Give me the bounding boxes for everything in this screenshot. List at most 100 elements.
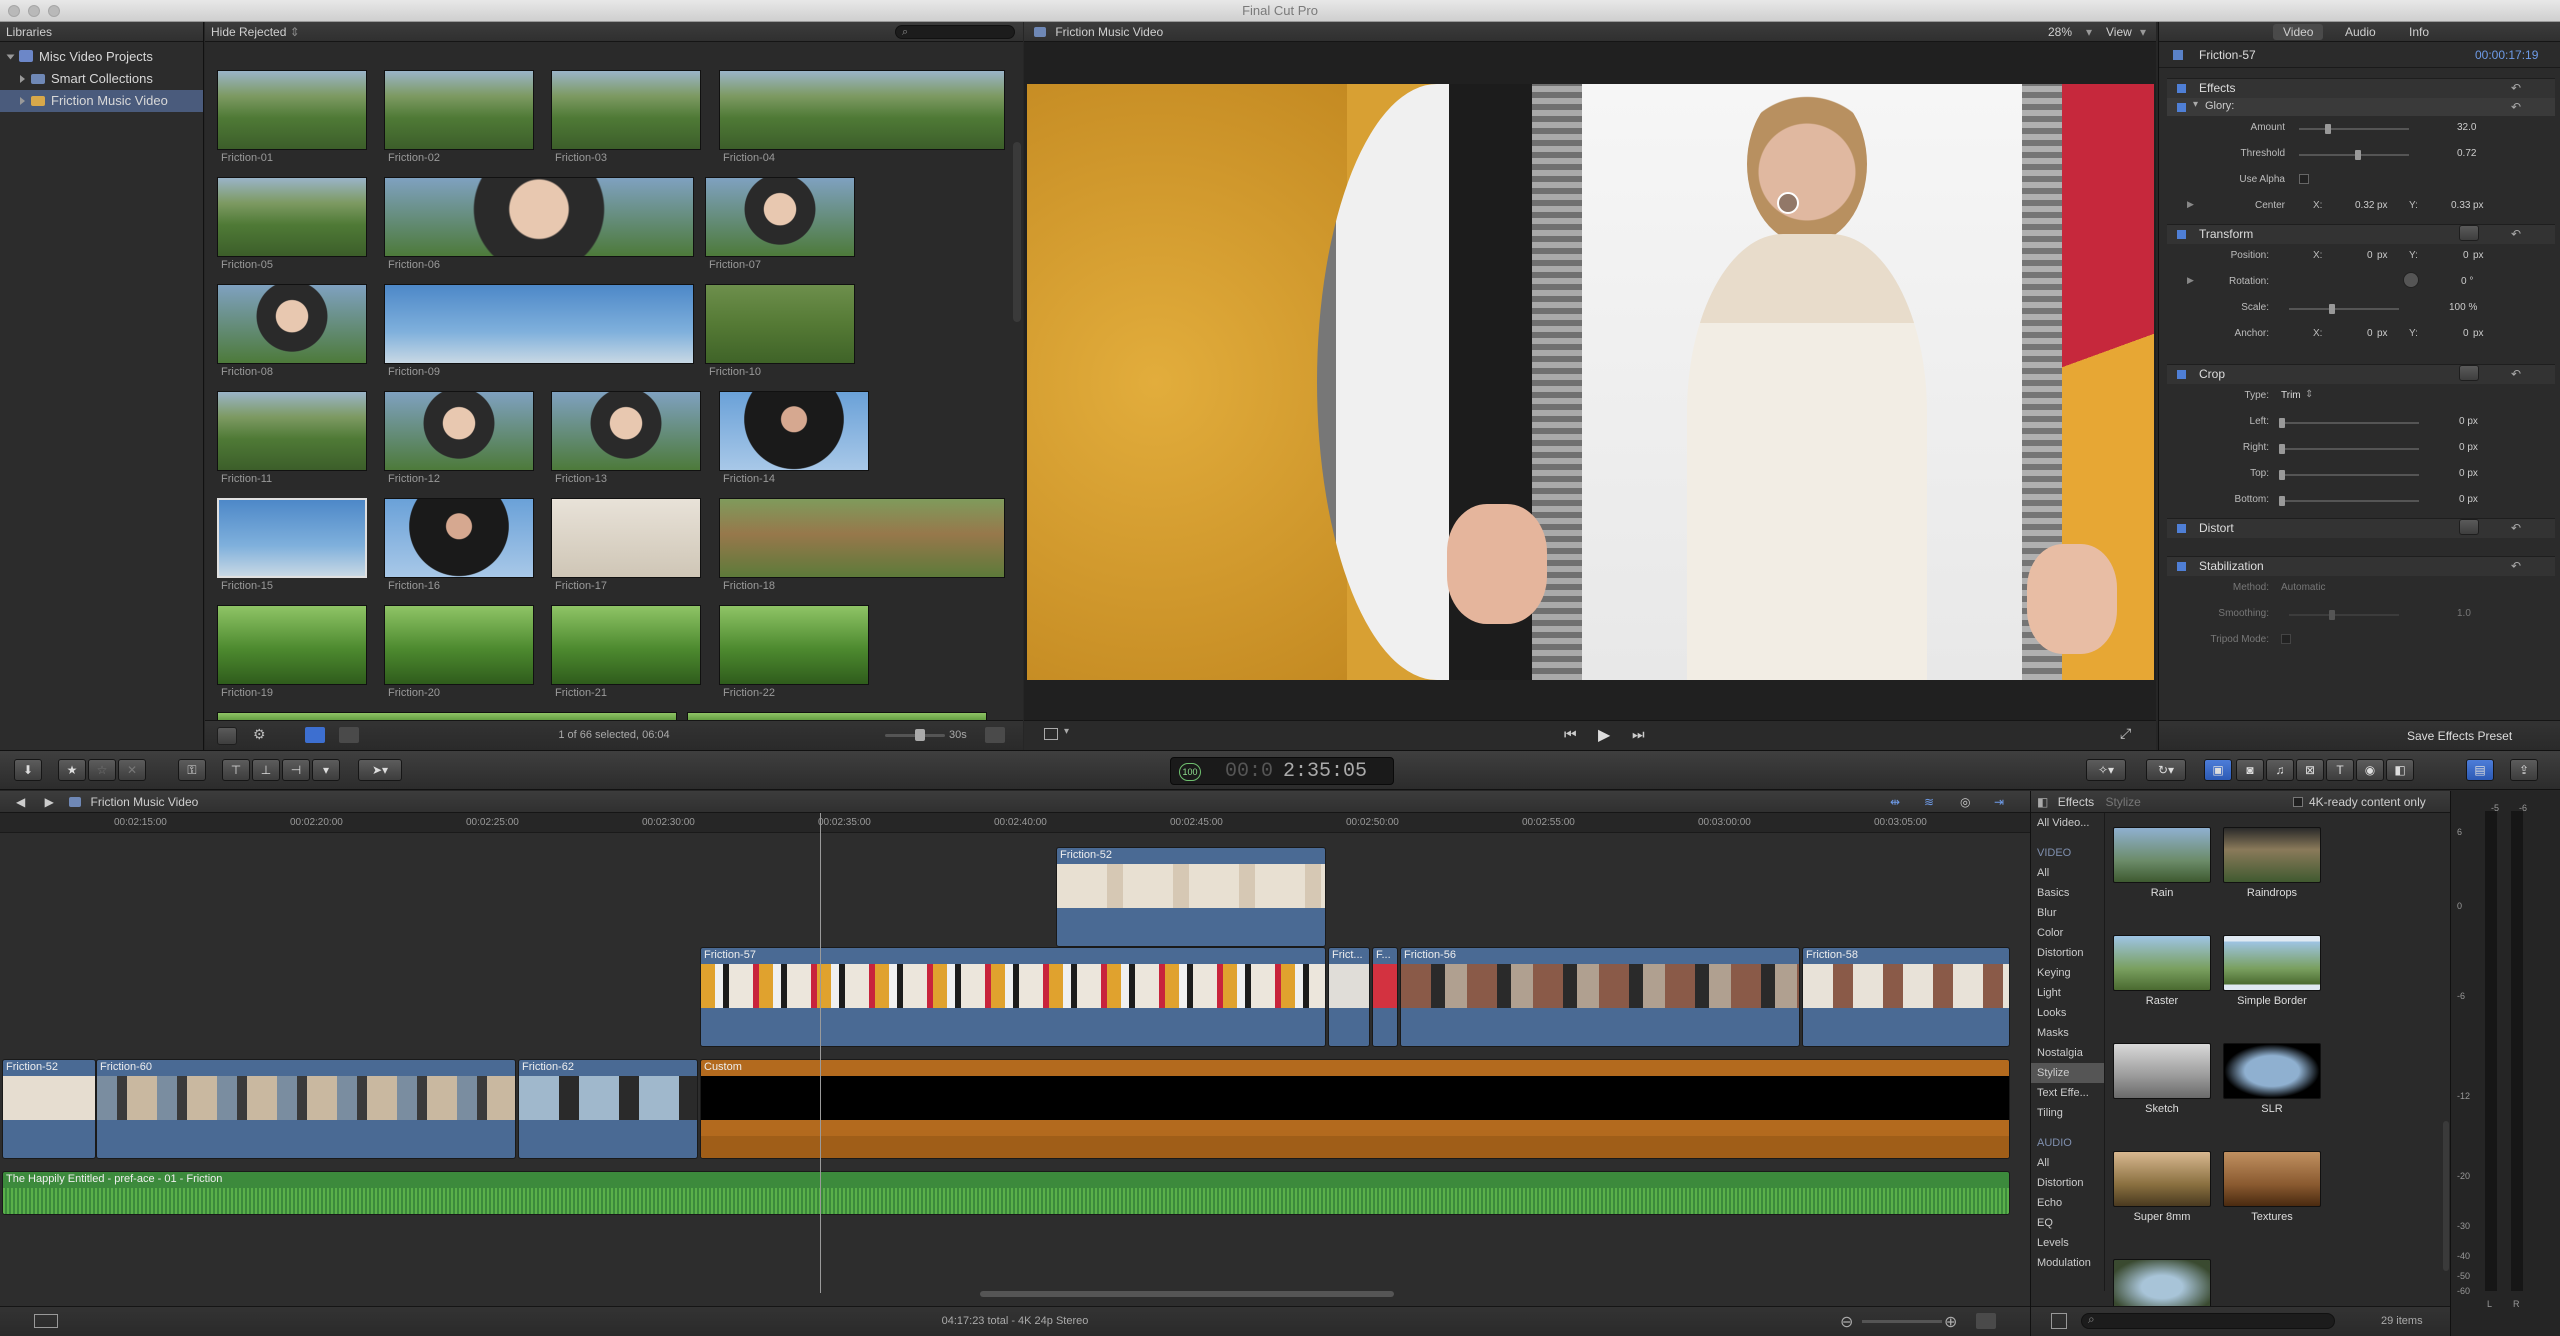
timeline-clip-custom[interactable]: Custom <box>700 1059 2010 1159</box>
category-video-looks[interactable]: Looks <box>2031 1003 2104 1023</box>
sidebar-item-misc-video-projects[interactable]: Misc Video Projects <box>0 46 203 68</box>
back-icon[interactable]: ◀ <box>16 795 25 809</box>
category-audio-levels[interactable]: Levels <box>2031 1233 2104 1253</box>
parameter-slider[interactable] <box>2279 500 2419 502</box>
next-edit-icon[interactable]: ⏭ <box>1632 726 1645 743</box>
parameter-slider-knob[interactable] <box>2355 150 2361 160</box>
sidebar-item-smart-collections[interactable]: Smart Collections <box>0 68 203 90</box>
sidebar-toggle-icon[interactable]: ◧ <box>2037 795 2048 809</box>
effect-thumbnail[interactable] <box>2113 827 2211 883</box>
category-video-tiling[interactable]: Tiling <box>2031 1103 2104 1123</box>
section-enable-checkbox[interactable] <box>2177 230 2186 239</box>
search-input[interactable]: ⌕ <box>895 25 1015 39</box>
inspector-toggle-icon[interactable]: ▣ <box>2204 759 2232 781</box>
transform-tools-icon[interactable] <box>1044 728 1058 740</box>
reset-icon[interactable]: ↶ <box>2511 227 2521 241</box>
skimming-icon[interactable]: ⇹ <box>1890 791 1900 813</box>
category-audio-modulation[interactable]: Modulation <box>2031 1253 2104 1273</box>
effect-thumbnail[interactable] <box>2113 935 2211 991</box>
clip-thumbnail[interactable] <box>384 605 534 685</box>
clip-thumbnail[interactable] <box>217 498 367 578</box>
timeline-clip-friction-57[interactable]: Friction-57 <box>700 947 1326 1047</box>
timeline-clip-friction-52-connected[interactable]: Friction-52 <box>1056 847 1326 947</box>
clip-thumbnail[interactable] <box>719 391 869 471</box>
clip-thumbnail[interactable] <box>217 284 367 364</box>
parameter-slider[interactable] <box>2299 154 2409 156</box>
section-enable-checkbox[interactable] <box>2177 562 2186 571</box>
zoom-in-icon[interactable]: ⊕ <box>1944 1312 1957 1332</box>
clip-thumbnail[interactable] <box>384 284 694 364</box>
category-video-light[interactable]: Light <box>2031 983 2104 1003</box>
disclosure-triangle-icon[interactable] <box>20 75 25 83</box>
section-menu-icon[interactable] <box>2459 365 2479 381</box>
themes-icon[interactable]: ◧ <box>2386 759 2414 781</box>
category-video-nostalgia[interactable]: Nostalgia <box>2031 1043 2104 1063</box>
disclosure-triangle-icon[interactable] <box>20 97 25 105</box>
parameter-slider[interactable] <box>2289 308 2399 310</box>
timeline-clip-frict[interactable]: Frict... <box>1328 947 1370 1047</box>
disclosure-triangle-icon[interactable]: ▾ <box>2193 99 2198 110</box>
clip-thumbnail[interactable] <box>719 605 869 685</box>
clip-thumbnail[interactable] <box>551 605 701 685</box>
keyword-icon[interactable]: ⚿ <box>178 759 206 781</box>
disclosure-triangle-icon[interactable]: ▶ <box>2187 275 2194 286</box>
save-effects-preset-button[interactable]: Save Effects Preset <box>2407 729 2512 743</box>
music-icon[interactable]: ♫ <box>2266 759 2294 781</box>
effect-thumbnail[interactable] <box>2113 1151 2211 1207</box>
effect-thumbnail[interactable] <box>2223 1151 2321 1207</box>
audio-skimming-icon[interactable]: ≋ <box>1924 791 1934 813</box>
fullscreen-icon[interactable]: ⤢ <box>2120 725 2131 742</box>
effects-scrollbar[interactable] <box>2443 1121 2449 1271</box>
clip-thumbnail[interactable] <box>217 177 367 257</box>
parameter-slider-knob[interactable] <box>2279 444 2285 454</box>
background-tasks-indicator[interactable]: 100 <box>1179 763 1201 781</box>
edit-mode-menu-icon[interactable]: ▾ <box>312 759 340 781</box>
parameter-slider[interactable] <box>2279 448 2419 450</box>
category-video-distortion[interactable]: Distortion <box>2031 943 2104 963</box>
tab-audio[interactable]: Audio <box>2345 22 2376 42</box>
use-alpha-checkbox[interactable] <box>2299 174 2309 184</box>
parameter-slider-knob[interactable] <box>2279 496 2285 506</box>
zoom-window-button[interactable] <box>48 5 60 17</box>
insert-clip-icon[interactable]: ⊥ <box>252 759 280 781</box>
clip-thumbnail[interactable] <box>217 605 367 685</box>
timeline-ruler[interactable]: 00:02:15:00 00:02:20:00 00:02:25:00 00:02:3… <box>0 813 2030 833</box>
parameter-slider[interactable] <box>2279 422 2419 424</box>
collapse-sidebar-icon[interactable] <box>2051 1313 2067 1329</box>
timeline-clip-friction-58[interactable]: Friction-58 <box>1802 947 2010 1047</box>
parameter-slider-knob[interactable] <box>2325 124 2331 134</box>
timeline-clip-friction-52[interactable]: Friction-52 <box>2 1059 96 1159</box>
clip-thumbnail[interactable] <box>705 284 855 364</box>
category-video-stylize[interactable]: Stylize <box>2031 1063 2104 1083</box>
share-icon[interactable]: ⇪ <box>2510 759 2538 781</box>
reset-icon[interactable]: ↶ <box>2511 559 2521 573</box>
dashboard-timecode[interactable]: 100 00:0 2:35:05 <box>1170 757 1394 785</box>
forward-icon[interactable]: ▶ <box>45 795 54 809</box>
clip-thumbnail[interactable] <box>384 391 534 471</box>
section-menu-icon[interactable] <box>2459 519 2479 535</box>
category-all-video[interactable]: All Video... <box>2031 813 2104 833</box>
filter-popup[interactable]: Hide Rejected <box>211 25 286 39</box>
timeline-clip-friction-62[interactable]: Friction-62 <box>518 1059 698 1159</box>
clip-appearance-icon[interactable] <box>985 727 1005 743</box>
disclosure-triangle-icon[interactable] <box>6 54 15 60</box>
effect-thumbnail[interactable] <box>2223 827 2321 883</box>
timeline-tracks[interactable]: Friction-52 Friction-57 Frict... F... Fr… <box>0 813 2018 1306</box>
parameter-slider-knob[interactable] <box>2329 610 2335 620</box>
timeline-clip-friction-56[interactable]: Friction-56 <box>1400 947 1800 1047</box>
view-menu[interactable]: View <box>2106 22 2132 42</box>
category-video-keying[interactable]: Keying <box>2031 963 2104 983</box>
solo-icon[interactable]: ◎ <box>1960 791 1970 813</box>
photos-icon[interactable]: ◙ <box>2236 759 2264 781</box>
select-tool-icon[interactable]: ➤▾ <box>358 759 402 781</box>
clip-thumbnail[interactable] <box>551 391 701 471</box>
effects-search-input[interactable]: ⌕ <box>2081 1312 2335 1329</box>
category-audio-echo[interactable]: Echo <box>2031 1193 2104 1213</box>
clip-thumbnail[interactable] <box>551 498 701 578</box>
section-enable-checkbox[interactable] <box>2177 370 2186 379</box>
timeline-clip-f[interactable]: F... <box>1372 947 1398 1047</box>
category-audio-eq[interactable]: EQ <box>2031 1213 2104 1233</box>
section-enable-checkbox[interactable] <box>2177 84 2186 93</box>
4k-filter-checkbox[interactable] <box>2293 797 2303 807</box>
category-video-all[interactable]: All <box>2031 863 2104 883</box>
